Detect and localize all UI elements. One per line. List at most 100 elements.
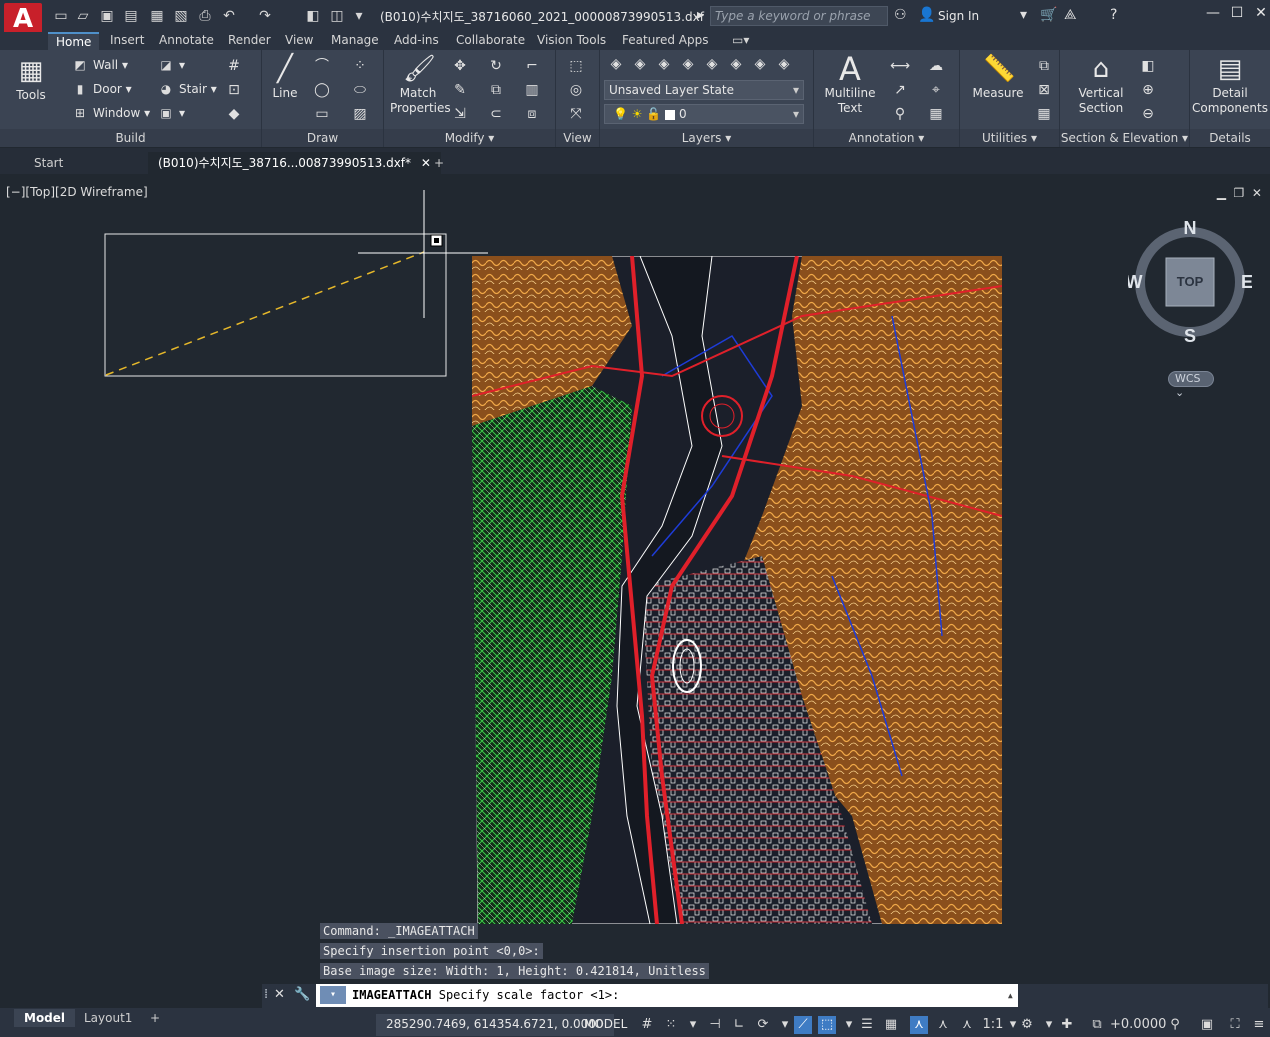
tab-model[interactable]: Model — [14, 1009, 76, 1027]
redo-icon[interactable]: ↷ — [256, 7, 274, 25]
transparency-icon[interactable]: ▦ — [882, 1016, 900, 1034]
panel-build-label[interactable]: Build — [0, 129, 261, 147]
fillet-icon[interactable]: ⌐ — [522, 56, 542, 76]
ortho-mode-icon[interactable]: ∟ — [730, 1016, 748, 1034]
minimize-button[interactable]: — — [1202, 5, 1224, 25]
fullscreen-icon[interactable]: ⛶ — [1226, 1016, 1244, 1034]
qat-dropdown-icon[interactable]: ▾ — [350, 7, 368, 25]
viewcube[interactable]: TOP N S E W — [1128, 220, 1252, 344]
circle-icon[interactable]: ◯ — [312, 80, 332, 100]
panel-section-label[interactable]: Section & Elevation ▾ — [1060, 129, 1189, 147]
tab-home[interactable]: Home — [48, 32, 100, 50]
panel-draw-label[interactable]: Draw — [262, 129, 383, 147]
panel-view-label[interactable]: View — [556, 129, 599, 147]
new-tab-button[interactable]: + — [424, 152, 454, 174]
panel-details-label[interactable]: Details — [1190, 129, 1270, 147]
command-history-toggle-icon[interactable]: ▴ — [1007, 984, 1014, 1006]
tab-layout1[interactable]: Layout1 — [74, 1009, 142, 1027]
polar-dropdown-icon[interactable]: ▾ — [776, 1016, 794, 1034]
wcs-menu-button[interactable]: WCS ⌄ — [1168, 371, 1214, 399]
column-icon[interactable]: ⊡ — [224, 80, 244, 100]
polyline-icon[interactable]: ⌒ — [312, 56, 332, 76]
tab-view[interactable]: View — [277, 32, 321, 50]
layer-lock-icon[interactable]: ◈ — [702, 54, 722, 74]
drawing-viewport[interactable]: [−][Top][2D Wireframe] ▁ ❐ ✕ TOP N S E W… — [0, 176, 1270, 1006]
lineweight-icon[interactable]: ☰ — [858, 1016, 876, 1034]
ribbon-toggle-icon[interactable]: ▭▾ — [724, 32, 757, 50]
array-icon[interactable]: ▥ — [522, 80, 542, 100]
match-properties-button[interactable]: 🖌 Match Properties — [390, 54, 451, 116]
compass-south[interactable]: S — [1184, 326, 1196, 344]
view-cube-icon[interactable]: ⬚ — [566, 56, 586, 76]
elevation-offset-value[interactable]: +0.0000 — [1110, 1016, 1166, 1034]
tab-annotate[interactable]: Annotate — [151, 32, 222, 50]
add-layout-button[interactable]: + — [140, 1009, 170, 1027]
tab-insert[interactable]: Insert — [102, 32, 152, 50]
measure-button[interactable]: 📏 Measure — [968, 54, 1028, 101]
dimension-icon[interactable]: ⟷ — [890, 56, 910, 76]
properties-icon[interactable]: ◫ — [328, 7, 346, 25]
window-button[interactable]: ⊞ Window ▾ — [72, 102, 150, 124]
customization-menu-icon[interactable]: ≡ — [1250, 1016, 1268, 1034]
command-customize-icon[interactable]: 🔧 — [294, 987, 310, 1002]
multiline-text-button[interactable]: A Multiline Text — [822, 53, 878, 116]
undo-icon[interactable]: ↶ — [220, 7, 238, 25]
close-button[interactable]: ✕ — [1250, 5, 1270, 25]
export-icon[interactable]: ▦ — [148, 7, 166, 25]
section-box-icon[interactable]: ◧ — [1138, 56, 1158, 76]
line-button[interactable]: ╱ Line — [268, 54, 302, 101]
panel-layers-label[interactable]: Layers ▾ — [600, 129, 813, 147]
scale-icon[interactable]: ⧈ — [522, 104, 542, 124]
osnap-dropdown-icon[interactable]: ▾ — [840, 1016, 858, 1034]
tab-collaborate[interactable]: Collaborate — [448, 32, 533, 50]
tools-button[interactable]: ▦ Tools — [10, 56, 52, 103]
help-icon[interactable]: ? — [1110, 7, 1117, 23]
annotation-visibility-icon[interactable]: ⋏ — [910, 1016, 928, 1034]
stretch-icon[interactable]: ⇲ — [450, 104, 470, 124]
ellipse-icon[interactable]: ⬭ — [350, 80, 370, 100]
save-icon[interactable]: ▣ — [98, 7, 116, 25]
sign-in-dropdown-icon[interactable]: ▾ — [1020, 7, 1027, 23]
isometric-drafting-icon[interactable]: ⟋ — [794, 1016, 812, 1034]
tab-add-ins[interactable]: Add-ins — [386, 32, 447, 50]
snap-mode-icon[interactable]: ⁙ — [662, 1016, 680, 1034]
tab-start[interactable]: Start — [24, 152, 73, 174]
compass-north[interactable]: N — [1184, 220, 1197, 238]
sign-in-button[interactable]: Sign In — [938, 9, 979, 23]
current-layer-dropdown[interactable]: 💡 ☀ 🔓 0 — [604, 104, 804, 124]
compass-west[interactable]: W — [1128, 272, 1143, 292]
offset-icon[interactable]: ⊂ — [486, 104, 506, 124]
tab-vision-tools[interactable]: Vision Tools — [529, 32, 614, 50]
rectangle-icon[interactable]: ▭ — [312, 104, 332, 124]
topographic-map-drawing[interactable] — [472, 256, 1002, 924]
leader-icon[interactable]: ↗ — [890, 80, 910, 100]
stair-button[interactable]: ◕ Stair ▾ — [158, 78, 217, 100]
tab-render[interactable]: Render — [220, 32, 279, 50]
dynamic-input-icon[interactable]: ⊣ — [706, 1016, 724, 1034]
visual-style-icon[interactable]: ◎ — [566, 80, 586, 100]
tab-manage[interactable]: Manage — [323, 32, 387, 50]
viewport-icon[interactable]: ⤧ — [566, 104, 586, 124]
print-icon[interactable]: ⎙ — [196, 7, 214, 25]
clean-screen-toggle-icon[interactable]: ⚲ — [1166, 1016, 1184, 1034]
tag-icon[interactable]: ⚲ — [890, 104, 910, 124]
scale-readout[interactable]: 1:1 — [982, 1016, 1004, 1034]
layer-properties-icon[interactable]: ◈ — [606, 54, 626, 74]
object-snap-icon[interactable]: ⬚ — [818, 1016, 836, 1034]
command-close-icon[interactable]: ✕ — [274, 987, 285, 1002]
calculator-icon[interactable]: ▦ — [1034, 104, 1054, 124]
annotation-scale-icon[interactable]: ⋏ — [958, 1016, 976, 1034]
settings-gear-icon[interactable]: ⚙ — [1018, 1016, 1036, 1034]
cart-icon[interactable]: 🛒 — [1040, 7, 1057, 23]
revision-cloud-icon[interactable]: ☁ — [926, 56, 946, 76]
grid-display-icon[interactable]: # — [638, 1016, 656, 1034]
slab-icon[interactable]: ◆ — [224, 104, 244, 124]
plot-preview-icon[interactable]: ▧ — [172, 7, 190, 25]
binoculars-icon[interactable]: ⚇ — [894, 7, 907, 23]
compass-east[interactable]: E — [1241, 272, 1252, 292]
space-button[interactable]: ▣ ▾ — [158, 102, 185, 124]
grid-icon[interactable]: # — [224, 56, 244, 76]
save-as-icon[interactable]: ▤ — [122, 7, 140, 25]
layer-isolate-icon[interactable]: ◈ — [630, 54, 650, 74]
command-grip-icon[interactable]: ⁞ — [264, 987, 268, 1002]
